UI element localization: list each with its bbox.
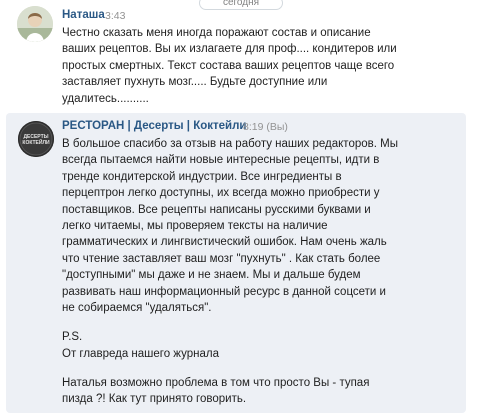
message-line: легко читаемы, мы проверяем тексты на на… xyxy=(62,219,328,232)
message-text: В большое спасибо за отзыв на работу наш… xyxy=(62,136,398,408)
ps-line: От главреда нашего журнала xyxy=(62,347,219,360)
message-line: поставщиков. Все рецепты написаны русски… xyxy=(62,203,371,216)
message-time[interactable]: 8:19 (Вы) xyxy=(243,121,288,133)
message-text: Честно сказать меня иногда поражают сост… xyxy=(62,25,397,107)
message-line: В большое спасибо за отзыв на работу наш… xyxy=(62,138,398,150)
message-line: грамматических и лингвистический ошибок.… xyxy=(62,236,387,249)
message-line: ваших рецептов. Вы их излагаете для проф… xyxy=(62,43,397,56)
message-line: заставляет пухнуть мозг..... Будьте дост… xyxy=(62,76,328,89)
message-line: что чтение заставляет ваш мозг "пухнуть"… xyxy=(62,252,381,265)
logo-text-line: КОКТЕЙЛИ xyxy=(22,138,50,146)
message-line: пизда ?! Как тут принято говорить. xyxy=(62,393,247,406)
message-line: простых смертных. Текст состава ваших ре… xyxy=(62,59,395,72)
message-line: Честно сказать меня иногда поражают сост… xyxy=(62,27,371,39)
message-line: не собираемся "удаляться". xyxy=(62,301,212,314)
message-line: тренде кондитерской индустрии. Все ингре… xyxy=(62,170,342,183)
user-photo-icon xyxy=(17,6,53,42)
sender-name[interactable]: Наташа xyxy=(62,9,105,21)
avatar-restaurant[interactable]: ДЕСЕРТЫ КОКТЕЙЛИ xyxy=(18,121,54,157)
message-natasha: Наташа 3:43 Честно сказать меня иногда п… xyxy=(0,0,484,108)
message-restaurant: ДЕСЕРТЫ КОКТЕЙЛИ РЕСТОРАН | Десерты | Ко… xyxy=(6,113,466,413)
ps-line: P.S. xyxy=(62,331,83,344)
message-time[interactable]: 3:43 xyxy=(105,10,125,22)
avatar-natasha[interactable] xyxy=(17,6,53,42)
message-line: перцептрон легко доступны, их всегда мож… xyxy=(62,187,380,200)
message-line: всегда пытаемся найти новые интересные р… xyxy=(62,154,380,167)
message-line: "доступными" мы даже и не знаем. Мы и да… xyxy=(62,269,361,282)
message-line: развивать наш информационный ресурс в да… xyxy=(62,285,386,298)
sender-name[interactable]: РЕСТОРАН | Десерты | Коктейли xyxy=(62,120,247,132)
message-line: удалитесь.......... xyxy=(62,92,149,105)
message-line: Наталья возможно проблема в том что прос… xyxy=(62,377,370,390)
community-logo-icon: ДЕСЕРТЫ КОКТЕЙЛИ xyxy=(18,121,54,157)
